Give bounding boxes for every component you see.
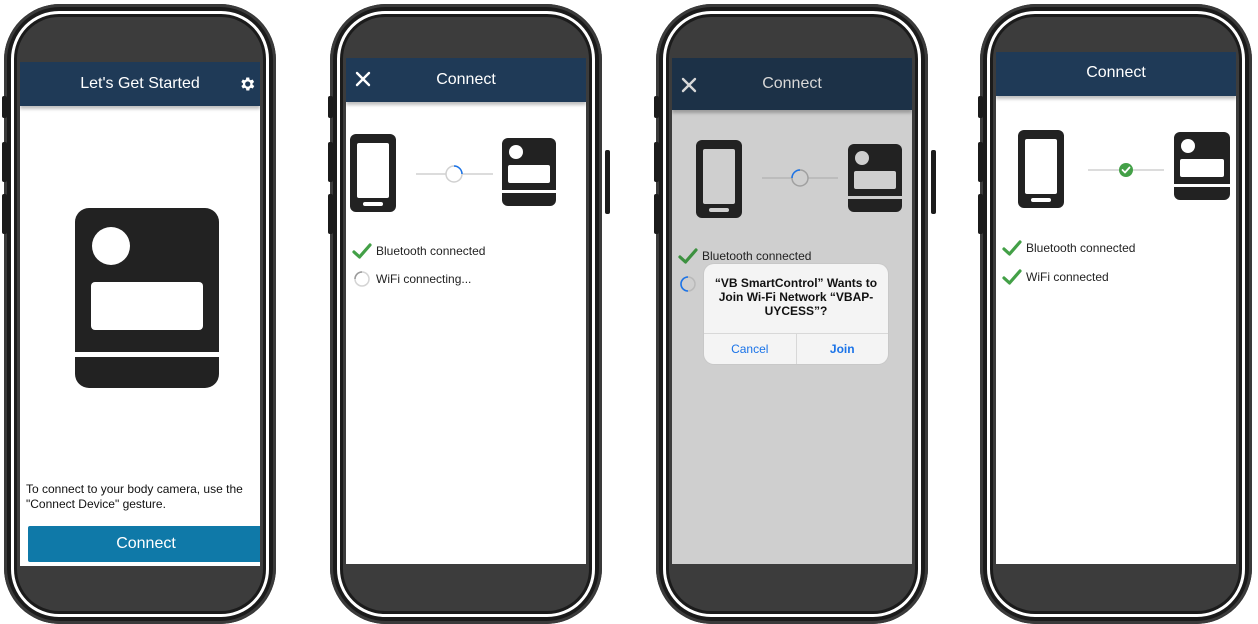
page-title: Connect bbox=[1086, 64, 1146, 81]
power-button bbox=[605, 150, 610, 214]
status-label: WiFi connected bbox=[1026, 270, 1109, 284]
check-icon bbox=[1002, 240, 1022, 256]
wifi-status: WiFi connected bbox=[1002, 266, 1109, 288]
volume-button bbox=[328, 194, 333, 234]
app-header: Connect bbox=[996, 52, 1236, 96]
bluetooth-status: Bluetooth connected bbox=[352, 240, 485, 262]
dialog-message: “VB SmartControl” Wants to Join Wi-Fi Ne… bbox=[714, 276, 878, 318]
page-title: Connect bbox=[762, 75, 822, 92]
status-label: Bluetooth connected bbox=[376, 244, 486, 258]
cancel-button[interactable]: Cancel bbox=[704, 334, 796, 364]
volume-button bbox=[328, 96, 333, 118]
bluetooth-status: Bluetooth connected bbox=[1002, 237, 1135, 259]
volume-button bbox=[654, 96, 659, 118]
connection-diagram bbox=[1018, 130, 1230, 208]
connection-diagram bbox=[696, 140, 902, 218]
app-header: Connect bbox=[346, 58, 586, 102]
screen-wifi-join-prompt: Connect Bluetooth connected “VB SmartCon… bbox=[672, 58, 912, 564]
power-button bbox=[931, 150, 936, 214]
wifi-status: WiFi connecting... bbox=[352, 268, 471, 290]
loading-spinner-icon bbox=[680, 276, 696, 292]
screen-wifi-connecting: Connect Bluetooth connected WiFi connect… bbox=[346, 58, 586, 564]
body-camera-icon bbox=[502, 138, 556, 206]
screen-lets-get-started: Let's Get Started To connect to your bod… bbox=[20, 62, 260, 566]
volume-button bbox=[978, 142, 983, 182]
page-title: Connect bbox=[436, 71, 496, 88]
wifi-status bbox=[678, 273, 702, 295]
phone-icon bbox=[696, 140, 742, 218]
status-label: Bluetooth connected bbox=[702, 249, 812, 263]
status-label: Bluetooth connected bbox=[1026, 241, 1136, 255]
app-header: Connect bbox=[672, 58, 912, 110]
check-icon bbox=[678, 248, 698, 264]
body-camera-icon bbox=[75, 208, 219, 388]
body-camera-icon bbox=[848, 144, 902, 212]
volume-button bbox=[654, 142, 659, 182]
app-header: Let's Get Started bbox=[20, 62, 260, 106]
volume-button bbox=[2, 96, 7, 118]
close-icon[interactable] bbox=[680, 76, 698, 94]
check-circle-icon bbox=[1119, 163, 1133, 177]
status-label: WiFi connecting... bbox=[376, 272, 472, 286]
instruction-text: To connect to your body camera, use the … bbox=[26, 482, 243, 511]
volume-button bbox=[2, 142, 7, 182]
volume-button bbox=[978, 194, 983, 234]
check-icon bbox=[1002, 269, 1022, 285]
volume-button bbox=[654, 194, 659, 234]
wifi-join-dialog: “VB SmartControl” Wants to Join Wi-Fi Ne… bbox=[704, 264, 888, 364]
volume-button bbox=[328, 142, 333, 182]
body-camera-icon bbox=[1174, 132, 1230, 200]
loading-spinner-icon bbox=[354, 271, 370, 287]
phone-icon bbox=[350, 134, 396, 212]
volume-button bbox=[2, 194, 7, 234]
volume-button bbox=[978, 96, 983, 118]
screen-connected: Connect Bluetooth connected WiFi connect… bbox=[996, 52, 1236, 564]
connect-button[interactable]: Connect bbox=[28, 526, 260, 562]
connection-diagram bbox=[350, 134, 556, 212]
check-icon bbox=[352, 243, 372, 259]
phone-icon bbox=[1018, 130, 1064, 208]
join-button[interactable]: Join bbox=[795, 334, 889, 364]
dialog-actions: Cancel Join bbox=[704, 333, 888, 364]
page-title: Let's Get Started bbox=[80, 75, 200, 92]
close-icon[interactable] bbox=[354, 70, 372, 88]
gear-icon[interactable] bbox=[238, 75, 256, 93]
